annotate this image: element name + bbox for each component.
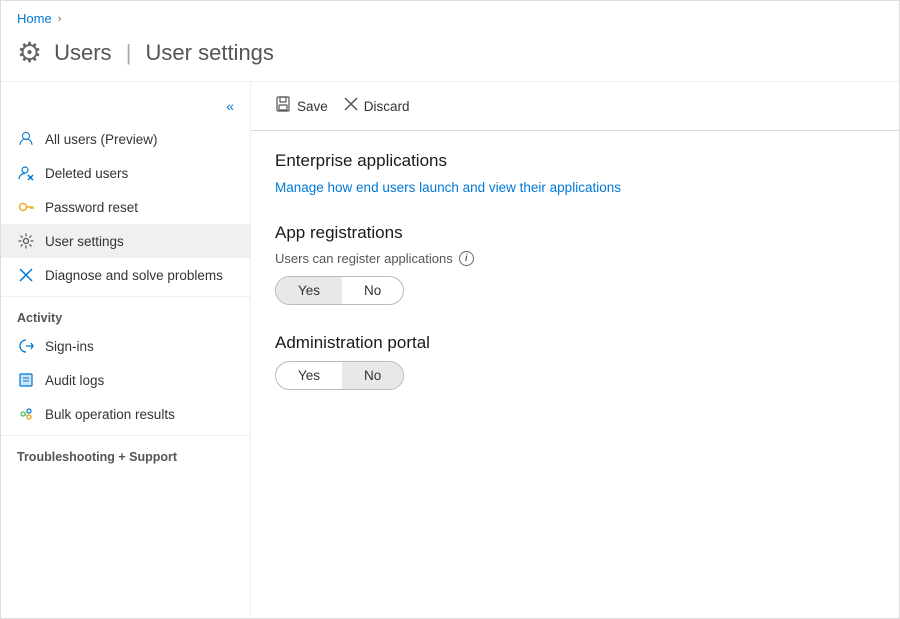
sidebar-collapse-button[interactable]: « [1, 90, 250, 122]
admin-portal-title: Administration portal [275, 333, 875, 353]
page-header: ⚙ Users | User settings [1, 30, 899, 82]
discard-button[interactable]: Discard [344, 93, 410, 119]
sidebar-item-diagnose-label: Diagnose and solve problems [45, 268, 223, 283]
breadcrumb: Home › [1, 1, 899, 30]
sidebar-item-user-settings[interactable]: User settings [1, 224, 250, 258]
content-area: Save Discard Enterprise applications Man… [251, 82, 899, 618]
key-icon [17, 198, 35, 216]
page-title: Users | User settings [54, 40, 274, 66]
troubleshooting-section-label: Troubleshooting + Support [1, 440, 250, 468]
bulk-operations-icon [17, 405, 35, 423]
sidebar-item-all-users-label: All users (Preview) [45, 132, 158, 147]
app-registrations-toggle: Yes No [275, 276, 404, 305]
app-registrations-no-button[interactable]: No [342, 277, 403, 304]
content-body: Enterprise applications Manage how end u… [251, 131, 899, 438]
sidebar-item-deleted-users[interactable]: Deleted users [1, 156, 250, 190]
toolbar: Save Discard [251, 82, 899, 131]
save-button[interactable]: Save [275, 92, 328, 120]
admin-portal-no-button[interactable]: No [342, 362, 403, 389]
save-label: Save [297, 99, 328, 114]
sidebar-item-bulk-operations-label: Bulk operation results [45, 407, 175, 422]
sidebar-item-deleted-users-label: Deleted users [45, 166, 128, 181]
app-registrations-yes-button[interactable]: Yes [276, 277, 342, 304]
enterprise-apps-link[interactable]: Manage how end users launch and view the… [275, 180, 621, 195]
sidebar-item-password-reset[interactable]: Password reset [1, 190, 250, 224]
sidebar-item-bulk-operations[interactable]: Bulk operation results [1, 397, 250, 431]
sidebar-divider-2 [1, 435, 250, 436]
admin-portal-yes-button[interactable]: Yes [276, 362, 342, 389]
sidebar: « All users (Preview) Deleted users Pass… [1, 82, 251, 618]
app-registrations-subtitle: Users can register applications i [275, 251, 875, 266]
save-icon [275, 96, 291, 116]
page-header-gear-icon: ⚙ [17, 36, 42, 69]
all-users-icon [17, 130, 35, 148]
page-title-separator: | [126, 40, 132, 65]
deleted-users-icon [17, 164, 35, 182]
sidebar-item-sign-ins[interactable]: Sign-ins [1, 329, 250, 363]
sidebar-item-audit-logs-label: Audit logs [45, 373, 104, 388]
enterprise-apps-title: Enterprise applications [275, 151, 875, 171]
sidebar-item-user-settings-label: User settings [45, 234, 124, 249]
main-area: « All users (Preview) Deleted users Pass… [1, 82, 899, 618]
app-registrations-section: App registrations Users can register app… [275, 223, 875, 305]
diagnose-icon [17, 266, 35, 284]
breadcrumb-chevron: › [58, 13, 62, 25]
discard-icon [344, 97, 358, 115]
sign-ins-icon [17, 337, 35, 355]
sidebar-item-password-reset-label: Password reset [45, 200, 138, 215]
app-registrations-title: App registrations [275, 223, 875, 243]
sidebar-divider-1 [1, 296, 250, 297]
app-registrations-info-icon[interactable]: i [459, 251, 474, 266]
discard-label: Discard [364, 99, 410, 114]
enterprise-apps-section: Enterprise applications Manage how end u… [275, 151, 875, 195]
sidebar-item-diagnose[interactable]: Diagnose and solve problems [1, 258, 250, 292]
breadcrumb-home[interactable]: Home [17, 11, 52, 26]
audit-logs-icon [17, 371, 35, 389]
sidebar-item-audit-logs[interactable]: Audit logs [1, 363, 250, 397]
activity-section-label: Activity [1, 301, 250, 329]
sidebar-item-all-users[interactable]: All users (Preview) [1, 122, 250, 156]
settings-gear-icon [17, 232, 35, 250]
sidebar-item-sign-ins-label: Sign-ins [45, 339, 94, 354]
admin-portal-toggle: Yes No [275, 361, 404, 390]
admin-portal-section: Administration portal Yes No [275, 333, 875, 390]
